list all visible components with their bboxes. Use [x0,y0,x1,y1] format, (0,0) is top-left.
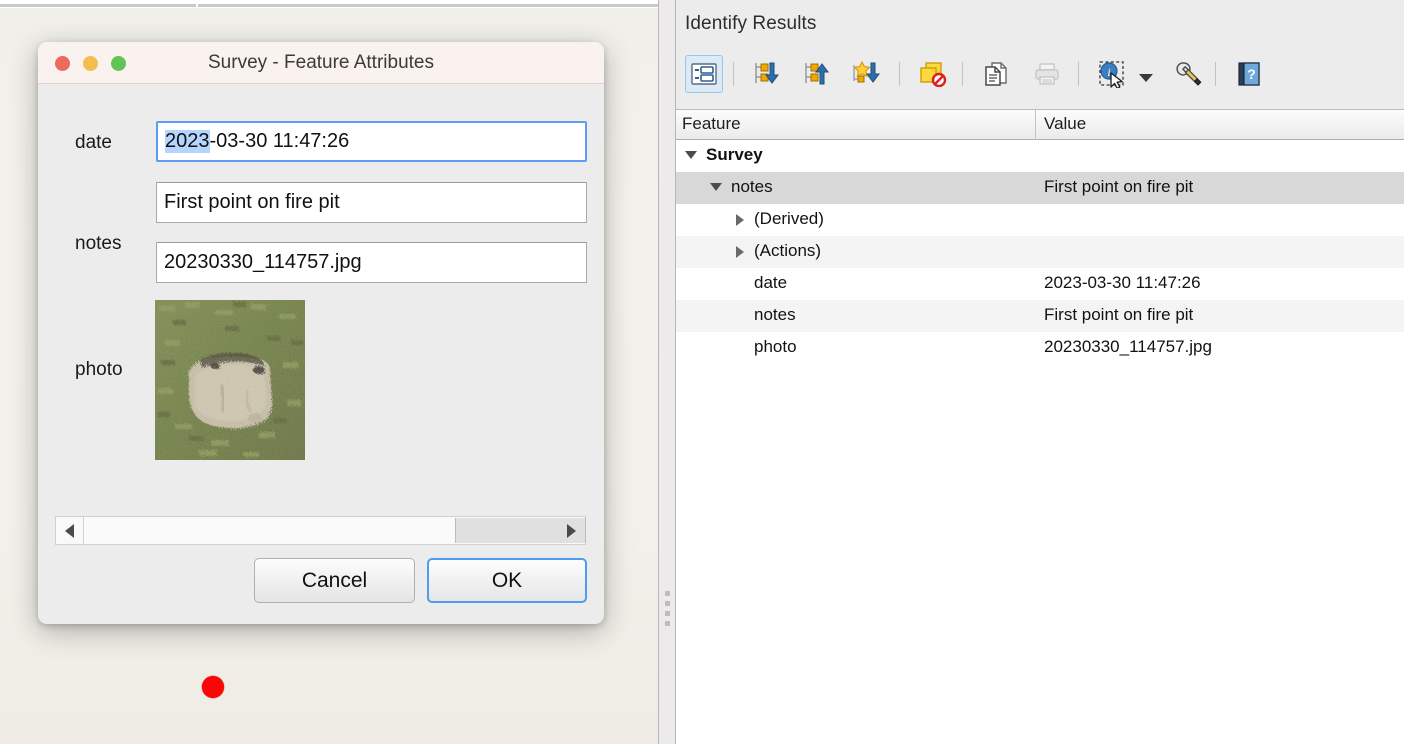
app-root: Identify Results i ? Feature Value Surve… [0,0,1404,744]
print-icon [1028,55,1066,93]
toolbar-separator [1078,62,1079,86]
date-field[interactable]: 2023 -03-30 11:47:26 [156,121,587,162]
expand-new-results-icon[interactable] [848,55,886,93]
notes-field[interactable]: First point on fire pit [156,182,587,223]
help-icon[interactable]: ? [1230,55,1268,93]
row-label: (Actions) [754,241,822,260]
scroll-left-arrow-icon[interactable] [56,517,83,544]
row-value: 2023-03-30 11:47:26 [1044,273,1201,292]
settings-wrench-icon[interactable] [1168,55,1206,93]
expand-twisty-open-icon[interactable] [710,183,722,191]
identify-toolbar: i ? [676,48,1404,100]
row-label: Survey [706,145,763,164]
table-row[interactable]: photo 20230330_114757.jpg [676,332,1404,364]
toolbar-separator [1215,62,1216,86]
expand-twisty-open-icon[interactable] [685,151,697,159]
identify-mode-icon[interactable]: i [1093,55,1131,93]
notes-field-label: notes [75,233,122,254]
copy-icon[interactable] [977,55,1015,93]
column-header-value[interactable]: Value [1044,114,1086,134]
toolbar-separator [962,62,963,86]
date-rest-text: -03-30 11:47:26 [209,130,350,152]
table-row[interactable]: date 2023-03-30 11:47:26 [676,268,1404,300]
row-value: First point on fire pit [1044,177,1194,196]
panel-splitter[interactable] [658,0,676,744]
table-row[interactable]: (Actions) [676,236,1404,268]
toolbar-separator [733,62,734,86]
scroll-right-arrow-icon[interactable] [558,517,585,544]
survey-point-marker[interactable] [202,676,224,698]
photo-filename-field[interactable]: 20230330_114757.jpg [156,242,587,283]
scrollbar-track[interactable] [83,517,586,544]
row-label: photo [754,337,797,356]
identify-dropdown-caret-icon[interactable] [1139,70,1153,82]
dialog-horizontal-scrollbar[interactable] [55,516,586,545]
row-value: First point on fire pit [1044,305,1194,324]
identify-results-panel: Identify Results i ? Feature Value Surve… [676,0,1404,744]
ok-button[interactable]: OK [427,558,587,603]
tree-list-view-icon[interactable] [685,55,723,93]
date-selected-text: 2023 [165,130,210,153]
dialog-title: Survey - Feature Attributes [208,52,434,73]
row-label: notes [754,305,796,324]
table-row[interactable]: notes First point on fire pit [676,172,1404,204]
photo-thumbnail[interactable] [155,300,305,460]
expand-twisty-closed-icon[interactable] [736,246,744,258]
feature-attributes-dialog: Survey - Feature Attributes date 2023 -03… [38,42,604,624]
splitter-grip-icon [665,591,670,627]
map-top-border [0,0,658,8]
dialog-titlebar[interactable]: Survey - Feature Attributes [38,42,604,84]
toolbar-separator [899,62,900,86]
table-row[interactable]: (Derived) [676,204,1404,236]
table-row[interactable]: notes First point on fire pit [676,300,1404,332]
tree-column-header: Feature Value [676,109,1404,141]
expand-twisty-closed-icon[interactable] [736,214,744,226]
collapse-all-icon[interactable] [798,55,836,93]
date-field-label: date [75,132,112,153]
identify-results-tree[interactable]: Survey notes First point on fire pit (De… [676,140,1404,744]
cancel-button[interactable]: Cancel [254,558,415,603]
expand-all-icon[interactable] [748,55,786,93]
svg-text:i: i [1107,65,1110,79]
column-header-feature[interactable]: Feature [682,114,741,134]
row-label: (Derived) [754,209,824,228]
column-divider[interactable] [1035,110,1036,141]
row-label: notes [731,177,773,196]
svg-text:?: ? [1247,66,1256,82]
clear-results-icon[interactable] [914,55,952,93]
panel-title: Identify Results [685,13,817,34]
table-row[interactable]: Survey [676,140,1404,172]
row-value: 20230330_114757.jpg [1044,337,1212,356]
tree-empty-area[interactable] [676,364,1404,744]
photo-field-label: photo [75,359,123,380]
row-label: date [754,273,788,292]
